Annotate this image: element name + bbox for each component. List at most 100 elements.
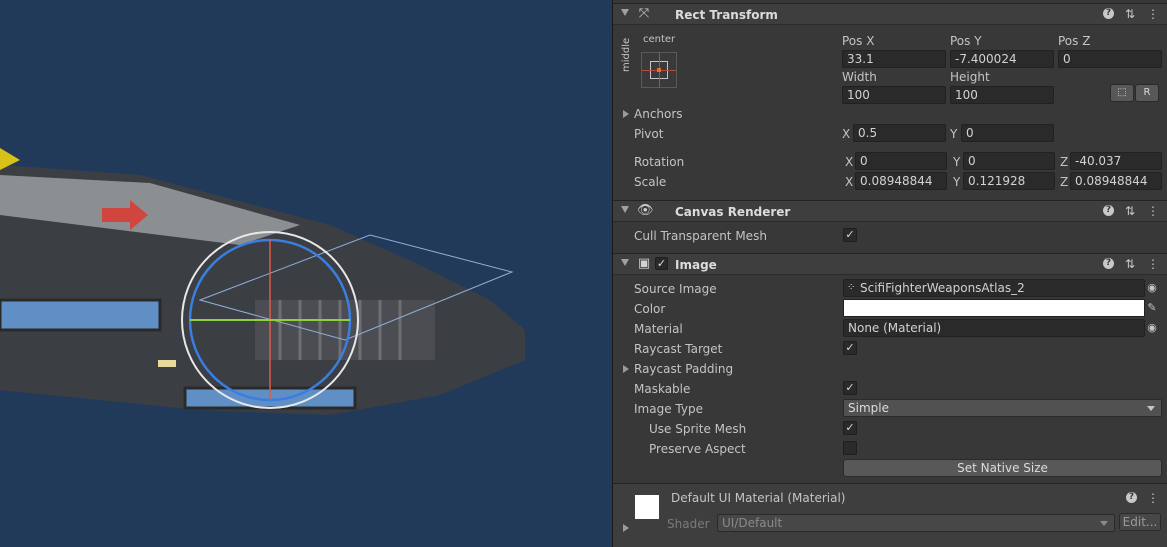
inspector-panel: ⤧ Rect Transform ? ⇅ ⋮ center middle Pos… [612, 0, 1167, 547]
preserve-aspect-label: Preserve Aspect [649, 442, 746, 456]
more-icon[interactable]: ⋮ [1146, 7, 1160, 21]
material-foldout-icon[interactable] [623, 524, 629, 532]
color-swatch-field[interactable] [843, 299, 1145, 317]
pos-y-field[interactable]: -7.400024 [950, 50, 1054, 68]
anchor-vertical-label: middle [621, 37, 632, 72]
scale-y-field[interactable]: 0.121928 [963, 172, 1055, 190]
canvas-renderer-header[interactable]: 👁 Canvas Renderer ? ⇅ ⋮ [613, 200, 1167, 222]
shader-value: UI/Default [722, 516, 783, 530]
anchor-preset-pivot-icon [657, 68, 661, 72]
ship-blue-panel-1 [0, 298, 162, 332]
rect-transform-title: Rect Transform [675, 8, 778, 22]
blueprint-mode-button[interactable]: ⬚ [1110, 84, 1134, 102]
more-icon[interactable]: ⋮ [1146, 204, 1160, 218]
height-field[interactable]: 100 [950, 86, 1054, 104]
source-image-label: Source Image [634, 282, 717, 296]
preserve-aspect-checkbox[interactable] [843, 441, 857, 455]
help-icon[interactable]: ? [1103, 8, 1114, 19]
anchor-horizontal-label: center [643, 34, 676, 45]
material-label: Material [634, 322, 683, 336]
pivot-y-field[interactable]: 0 [961, 124, 1054, 142]
rotation-z-field[interactable]: -40.037 [1070, 152, 1162, 170]
pos-x-field[interactable]: 33.1 [842, 50, 946, 68]
pos-z-field[interactable]: 0 [1058, 50, 1162, 68]
image-type-dropdown[interactable]: Simple [843, 399, 1162, 417]
canvas-renderer-title: Canvas Renderer [675, 205, 791, 219]
raycast-padding-label[interactable]: Raycast Padding [634, 362, 733, 376]
fold-arrow-icon[interactable] [621, 9, 629, 16]
pos-z-header: Pos Z [1058, 34, 1091, 48]
width-field[interactable]: 100 [842, 86, 946, 104]
scale-z-axis: Z [1060, 175, 1069, 189]
rotation-y-field[interactable]: 0 [963, 152, 1055, 170]
raycast-padding-foldout-icon[interactable] [623, 365, 629, 373]
more-icon[interactable]: ⋮ [1146, 491, 1160, 505]
maskable-label: Maskable [634, 382, 691, 396]
help-icon[interactable]: ? [1126, 492, 1137, 503]
anchor-preset-button[interactable] [641, 52, 677, 88]
maskable-checkbox[interactable]: ✓ [843, 381, 857, 395]
scale-y-axis: Y [953, 175, 961, 189]
anchors-label[interactable]: Anchors [634, 107, 683, 121]
rotation-label: Rotation [634, 155, 685, 169]
image-title: Image [675, 258, 717, 272]
presets-icon[interactable]: ⇅ [1123, 204, 1137, 218]
image-header[interactable]: ▣ ✓ Image ? ⇅ ⋮ [613, 253, 1167, 275]
object-picker-target-icon[interactable]: ◉ [1144, 280, 1160, 296]
raycast-target-label: Raycast Target [634, 342, 723, 356]
pos-y-header: Pos Y [950, 34, 982, 48]
rotation-x-field[interactable]: 0 [855, 152, 947, 170]
fold-arrow-icon[interactable] [621, 259, 629, 266]
help-icon[interactable]: ? [1103, 258, 1114, 269]
fold-arrow-icon[interactable] [621, 206, 629, 213]
rect-transform-header[interactable]: ⤧ Rect Transform ? ⇅ ⋮ [613, 3, 1167, 25]
use-sprite-mesh-checkbox[interactable]: ✓ [843, 421, 857, 435]
rotation-x-axis: X [845, 155, 854, 169]
pivot-x-axis: X [842, 127, 851, 141]
scene-view[interactable] [0, 0, 612, 547]
use-sprite-mesh-label: Use Sprite Mesh [649, 422, 747, 436]
scale-x-field[interactable]: 0.08948844 [855, 172, 947, 190]
material-section: Default UI Material (Material) ? ⋮ Shade… [613, 483, 1167, 547]
anchors-foldout-icon[interactable] [623, 110, 629, 118]
shader-edit-button[interactable]: Edit... [1119, 513, 1161, 531]
help-icon[interactable]: ? [1103, 205, 1114, 216]
material-title: Default UI Material (Material) [671, 491, 846, 505]
pivot-x-field[interactable]: 0.5 [853, 124, 946, 142]
image-enabled-checkbox[interactable]: ✓ [655, 257, 668, 270]
raycast-target-checkbox[interactable]: ✓ [843, 341, 857, 355]
color-label: Color [634, 302, 666, 316]
shader-dropdown[interactable]: UI/Default [717, 514, 1115, 532]
eyedropper-icon[interactable]: ✎ [1144, 300, 1160, 316]
chevron-down-icon [1147, 406, 1155, 411]
chevron-down-icon [1100, 521, 1108, 526]
pivot-label: Pivot [634, 127, 664, 141]
cull-transparent-mesh-checkbox[interactable]: ✓ [843, 228, 857, 242]
object-picker-target-icon[interactable]: ◉ [1144, 320, 1160, 336]
scale-z-field[interactable]: 0.08948844 [1070, 172, 1162, 190]
shader-label: Shader [667, 517, 710, 531]
material-preview-swatch [635, 495, 659, 519]
more-icon[interactable]: ⋮ [1146, 257, 1160, 271]
presets-icon[interactable]: ⇅ [1123, 7, 1137, 21]
cull-transparent-mesh-label: Cull Transparent Mesh [634, 229, 767, 243]
image-component-icon: ▣ [637, 256, 651, 271]
raw-edit-button[interactable]: R [1135, 84, 1159, 102]
set-native-size-button[interactable]: Set Native Size [843, 459, 1162, 477]
rotation-z-axis: Z [1060, 155, 1069, 169]
eye-icon: 👁 [637, 203, 654, 218]
rotation-y-axis: Y [953, 155, 961, 169]
source-image-value: ScifiFighterWeaponsAtlas_2 [860, 281, 1025, 295]
source-image-field[interactable]: ⁘ ScifiFighterWeaponsAtlas_2 [843, 279, 1145, 297]
pivot-y-axis: Y [950, 127, 958, 141]
scene-canvas [0, 148, 525, 415]
rect-transform-icon: ⤧ [638, 6, 650, 21]
pos-x-header: Pos X [842, 34, 875, 48]
height-header: Height [950, 70, 990, 84]
presets-icon[interactable]: ⇅ [1123, 257, 1137, 271]
image-type-value: Simple [848, 401, 889, 415]
material-field[interactable]: None (Material) [843, 319, 1145, 337]
sprite-icon: ⁘ [847, 282, 856, 293]
ship-light [158, 360, 176, 367]
image-type-label: Image Type [634, 402, 703, 416]
